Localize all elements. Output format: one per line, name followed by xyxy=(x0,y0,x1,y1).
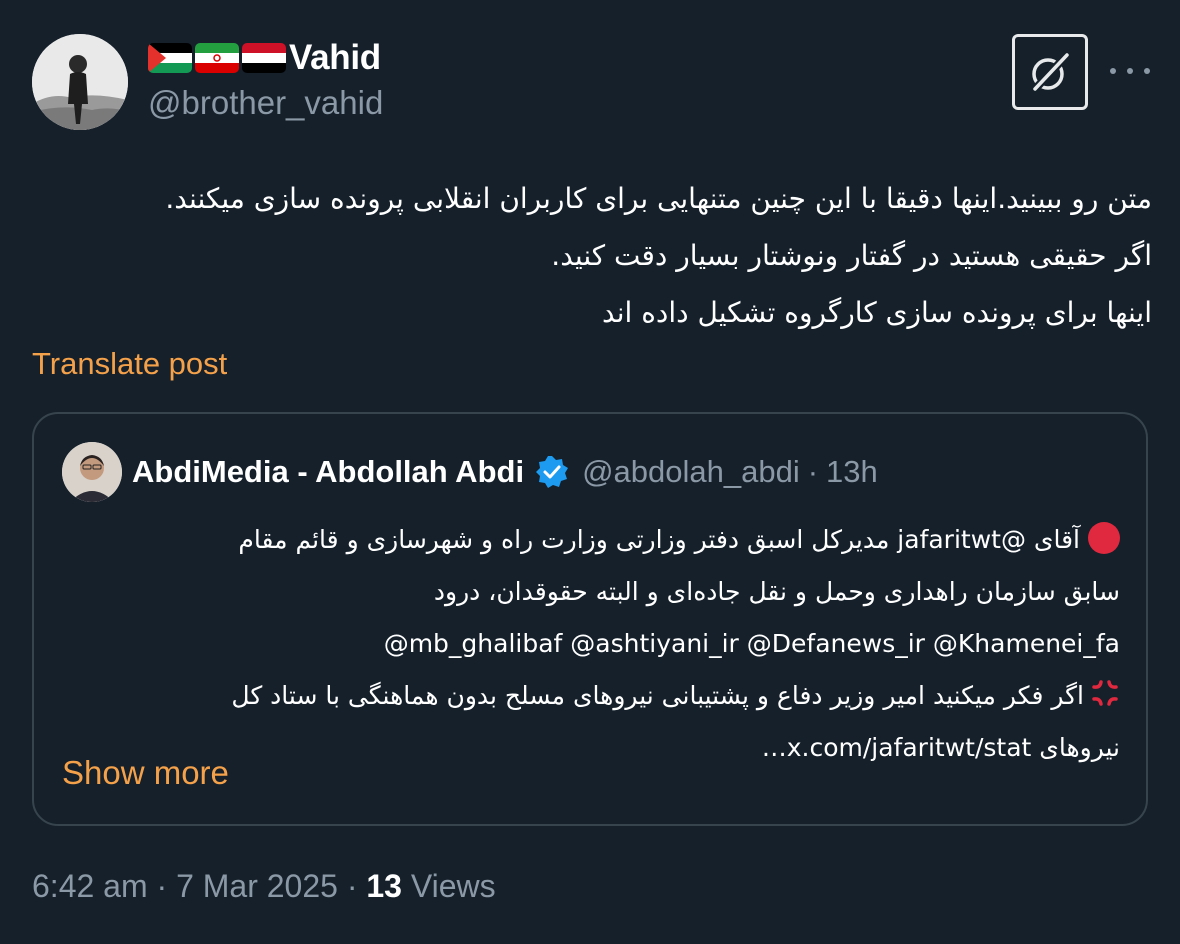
post-text-line: متن رو ببینید.اینها دقیقا با این چنین مت… xyxy=(165,182,1152,215)
tweet-page: Vahid @brother_vahid متن رو ببینید.اینها… xyxy=(0,0,1180,944)
post-time[interactable]: 6:42 am xyxy=(32,868,148,904)
separator-dot: · xyxy=(807,454,819,489)
translate-post-link[interactable]: Translate post xyxy=(32,346,227,382)
quoted-mentions-line[interactable]: @mb_ghalibaf @ashtiyani_ir @Defanews_ir … xyxy=(60,618,1120,670)
quoted-author-handle[interactable]: @abdolah_abdi xyxy=(582,454,800,490)
quoted-author-avatar[interactable] xyxy=(62,442,122,502)
more-horizontal-icon xyxy=(1110,68,1116,74)
quoted-text-line: آقای @jafaritwt مدیرکل اسبق دفتر وزارتی … xyxy=(238,525,1080,554)
quoted-post-header: AbdiMedia - Abdollah Abdi @abdolah_abdi … xyxy=(132,448,878,496)
post-text-line: اگر حقیقی هستید در گفتار ونوشتار بسیار د… xyxy=(551,239,1152,272)
grok-button[interactable] xyxy=(1012,34,1088,110)
quoted-author-name[interactable]: AbdiMedia - Abdollah Abdi xyxy=(132,454,524,490)
author-handle[interactable]: @brother_vahid xyxy=(148,84,383,122)
author-name-row[interactable]: Vahid xyxy=(148,36,381,80)
views-count: 13 xyxy=(366,868,402,904)
views-label: Views xyxy=(410,868,496,904)
quoted-text-line-4: اگر فکر میکنید امیر وزیر دفاع و پشتیبانی… xyxy=(60,670,1120,722)
anger-symbol-emoji-icon xyxy=(1090,674,1120,706)
author-avatar[interactable] xyxy=(32,34,128,130)
palestine-flag-icon xyxy=(148,43,192,73)
grok-icon xyxy=(1032,52,1070,91)
post-date[interactable]: 7 Mar 2025 xyxy=(176,868,338,904)
separator-dot: · xyxy=(156,868,168,904)
iran-flag-icon xyxy=(195,43,239,73)
post-text-line: اینها برای پرونده سازی کارگروه تشکیل داد… xyxy=(602,296,1152,329)
more-options-button[interactable] xyxy=(1110,56,1150,86)
separator-dot: · xyxy=(346,868,358,904)
show-more-link[interactable]: Show more xyxy=(62,754,229,792)
quoted-text-line-1: آقای @jafaritwt مدیرکل اسبق دفتر وزارتی … xyxy=(60,514,1120,566)
verified-badge-icon xyxy=(534,454,570,490)
author-display-name[interactable]: Vahid xyxy=(289,38,381,78)
quoted-text-line: سابق سازمان راهداری وحمل و نقل جاده‌ای و… xyxy=(433,577,1120,606)
quoted-post-card[interactable]: AbdiMedia - Abdollah Abdi @abdolah_abdi … xyxy=(32,412,1148,826)
yemen-flag-icon xyxy=(242,43,286,73)
red-circle-emoji-icon xyxy=(1088,522,1120,554)
quoted-text-line: اگر فکر میکنید امیر وزیر دفاع و پشتیبانی… xyxy=(231,681,1084,710)
more-dot xyxy=(1144,68,1150,74)
post-text: متن رو ببینید.اینها دقیقا با این چنین مت… xyxy=(32,170,1152,341)
quoted-post-time[interactable]: 13h xyxy=(826,454,878,490)
post-meta: 6:42 am · 7 Mar 2025 · 13 Views xyxy=(32,868,496,905)
more-dot xyxy=(1127,68,1133,74)
quoted-post-text: آقای @jafaritwt مدیرکل اسبق دفتر وزارتی … xyxy=(60,514,1120,774)
